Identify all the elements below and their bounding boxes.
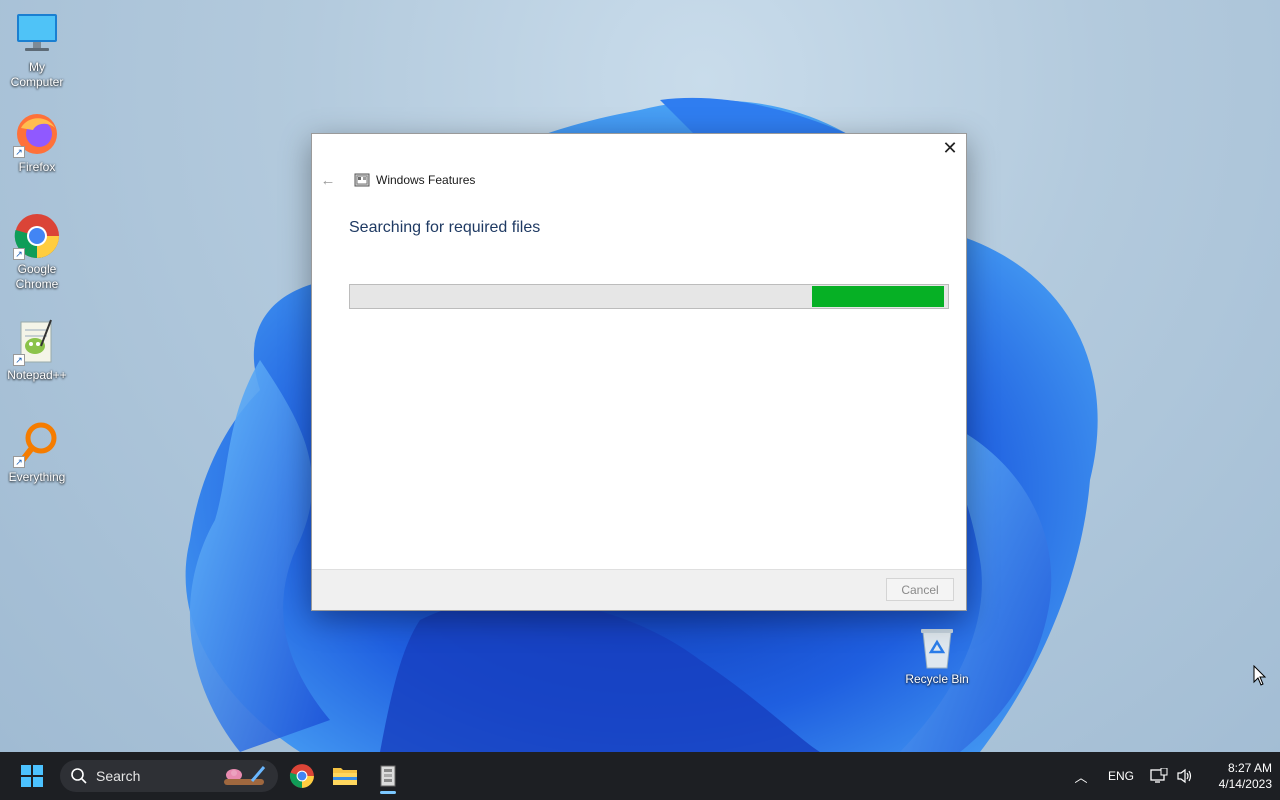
taskbar-windows-features-button[interactable] bbox=[368, 756, 408, 796]
chrome-icon bbox=[289, 764, 314, 788]
chrome-icon: ↗ bbox=[13, 212, 61, 260]
desktop-icon-label: Everything bbox=[8, 470, 66, 484]
shortcut-arrow-icon: ↗ bbox=[13, 354, 25, 366]
notepadpp-icon: ↗ bbox=[13, 318, 61, 366]
computer-icon bbox=[13, 10, 61, 58]
close-button[interactable]: ✕ bbox=[938, 138, 962, 160]
desktop-icon-everything[interactable]: ↗ Everything bbox=[2, 420, 72, 485]
desktop-icon-recycle-bin[interactable]: Recycle Bin bbox=[902, 626, 972, 687]
desktop-icon-label: Firefox bbox=[18, 160, 56, 174]
taskbar: Search ︿ ENG 8:27 AM 4/14/2023 bbox=[0, 752, 1280, 800]
start-button[interactable] bbox=[12, 756, 52, 796]
desktop-icon-label: Computer bbox=[10, 75, 64, 89]
dialog-title: Windows Features bbox=[376, 173, 476, 187]
everything-icon: ↗ bbox=[13, 420, 61, 468]
back-arrow-icon[interactable]: ← bbox=[320, 172, 336, 189]
shortcut-arrow-icon: ↗ bbox=[13, 248, 25, 260]
progress-bar-fill bbox=[812, 286, 944, 307]
show-hidden-icons-chevron-icon[interactable]: ︿ bbox=[1070, 767, 1092, 786]
desktop-icon-my-computer[interactable]: My Computer bbox=[2, 10, 72, 90]
desktop-icon-notepadpp[interactable]: ↗ Notepad++ bbox=[2, 318, 72, 383]
windows-features-icon bbox=[380, 765, 396, 787]
search-highlight-icon bbox=[224, 766, 266, 785]
dialog-heading: Searching for required files bbox=[349, 219, 541, 236]
windows-features-icon bbox=[354, 172, 370, 188]
network-icon[interactable] bbox=[1150, 768, 1168, 784]
system-tray: ︿ ENG bbox=[1070, 752, 1194, 800]
windows-features-dialog: ✕ ← Windows Features Searching for requi… bbox=[311, 133, 967, 611]
desktop-icon-label: Recycle Bin bbox=[905, 672, 969, 686]
shortcut-arrow-icon: ↗ bbox=[13, 146, 25, 158]
desktop-icon-label: Google bbox=[17, 262, 57, 276]
desktop-icon-label: My bbox=[29, 60, 45, 74]
clock-time: 8:27 AM bbox=[1227, 761, 1272, 775]
cancel-button[interactable]: Cancel bbox=[886, 578, 954, 601]
dialog-header: ← Windows Features bbox=[320, 170, 476, 190]
desktop-icon-firefox[interactable]: ↗ Firefox bbox=[2, 110, 72, 175]
search-placeholder: Search bbox=[96, 768, 141, 784]
dialog-footer: Cancel bbox=[312, 569, 966, 610]
taskbar-file-explorer-button[interactable] bbox=[325, 756, 365, 796]
taskbar-search-box[interactable]: Search bbox=[60, 760, 278, 792]
file-explorer-icon bbox=[333, 768, 357, 785]
language-indicator[interactable]: ENG bbox=[1108, 769, 1134, 783]
taskbar-clock[interactable]: 8:27 AM 4/14/2023 bbox=[1196, 760, 1272, 792]
shortcut-arrow-icon: ↗ bbox=[13, 456, 25, 468]
desktop-icon-label: Chrome bbox=[15, 277, 59, 291]
clock-date: 4/14/2023 bbox=[1218, 777, 1272, 791]
active-window-indicator bbox=[380, 791, 396, 794]
search-icon bbox=[71, 768, 87, 784]
progress-bar bbox=[349, 284, 949, 309]
volume-icon[interactable] bbox=[1176, 768, 1194, 784]
firefox-icon: ↗ bbox=[13, 110, 61, 158]
taskbar-chrome-button[interactable] bbox=[282, 756, 322, 796]
desktop-icon-label: Notepad++ bbox=[7, 368, 67, 382]
desktop-icon-google-chrome[interactable]: ↗ Google Chrome bbox=[2, 212, 72, 292]
mouse-cursor-icon bbox=[1253, 665, 1267, 686]
start-icon bbox=[21, 765, 43, 787]
recycle-bin-icon bbox=[917, 626, 957, 670]
